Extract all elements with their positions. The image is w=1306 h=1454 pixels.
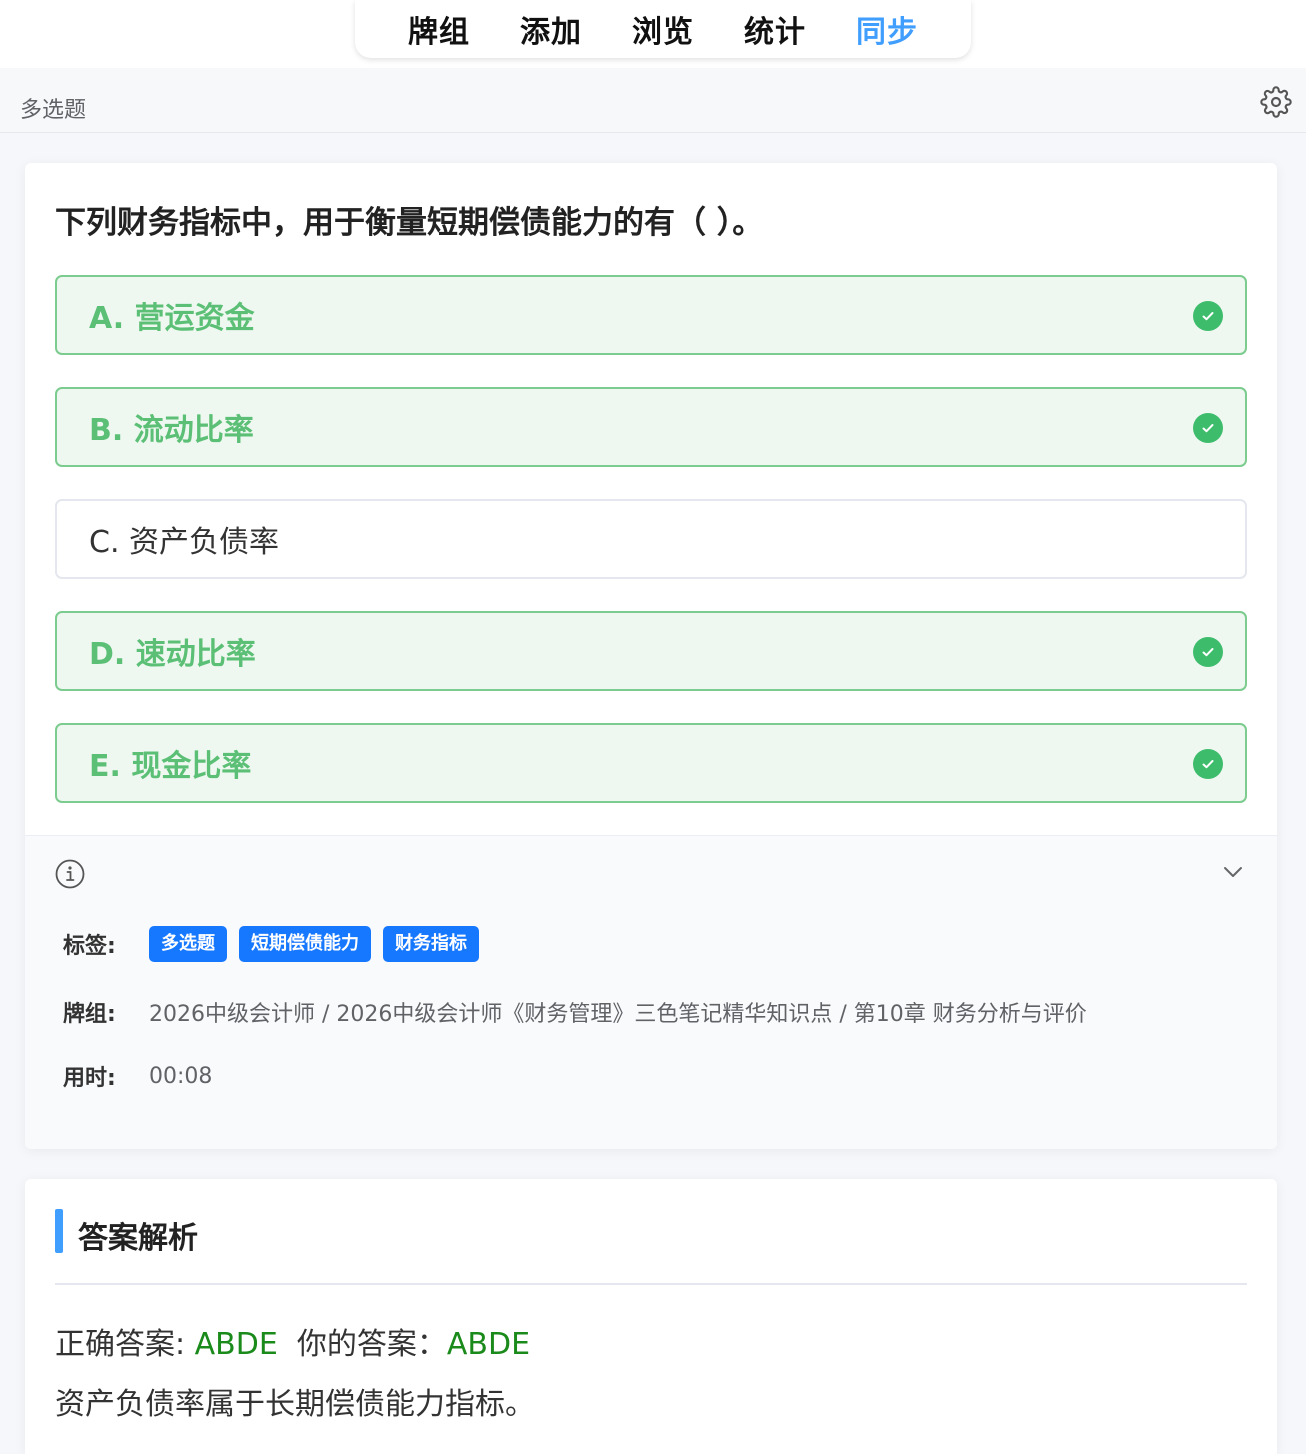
time-row: 用时: 00:08 xyxy=(63,1060,212,1092)
tag-badge[interactable]: 财务指标 xyxy=(383,926,479,962)
question-card: 下列财务指标中，用于衡量短期偿债能力的有（ ）。 A. 营运资金 B. 流动比率… xyxy=(25,163,1277,1149)
option-label: D. 速动比率 xyxy=(89,637,256,672)
top-bar: 牌组 添加 浏览 统计 同步 xyxy=(0,0,1306,68)
question-text: 下列财务指标中，用于衡量短期偿债能力的有（ ）。 xyxy=(55,205,764,241)
time-label: 用时: xyxy=(63,1066,116,1091)
answer-analysis-card: 答案解析 正确答案: ABDE 你的答案：ABDE 资产负债率属于长期偿债能力指… xyxy=(25,1179,1277,1454)
check-circle-icon xyxy=(1193,301,1223,331)
info-icon xyxy=(55,859,85,889)
tag-badge[interactable]: 短期偿债能力 xyxy=(239,926,371,962)
tags-label: 标签: xyxy=(63,934,116,959)
time-value: 00:08 xyxy=(149,1063,213,1089)
divider xyxy=(55,1283,1247,1285)
option-b[interactable]: B. 流动比率 xyxy=(55,387,1247,467)
top-navigation: 牌组 添加 浏览 统计 同步 xyxy=(355,0,971,58)
check-circle-icon xyxy=(1193,749,1223,779)
check-circle-icon xyxy=(1193,637,1223,667)
correct-answer-value: ABDE xyxy=(194,1327,278,1362)
your-answer-label: 你的答案： xyxy=(296,1327,447,1362)
option-c[interactable]: C. 资产负债率 xyxy=(55,499,1247,579)
chevron-down-icon[interactable] xyxy=(1219,858,1247,886)
deck-path: 2026中级会计师 / 2026中级会计师《财务管理》三色笔记精华知识点 / 第… xyxy=(149,1002,1087,1027)
analysis-title: 答案解析 xyxy=(78,1221,198,1256)
deck-row: 牌组: 2026中级会计师 / 2026中级会计师《财务管理》三色笔记精华知识点… xyxy=(63,996,1087,1028)
option-label: E. 现金比率 xyxy=(89,749,252,784)
gear-icon[interactable] xyxy=(1260,86,1292,118)
nav-tab-stats[interactable]: 统计 xyxy=(744,7,806,51)
option-label: A. 营运资金 xyxy=(89,301,255,336)
nav-tab-sync[interactable]: 同步 xyxy=(856,7,918,51)
answer-line: 正确答案: ABDE 你的答案：ABDE xyxy=(55,1319,530,1363)
sub-header: 多选题 xyxy=(0,68,1306,133)
option-label: B. 流动比率 xyxy=(89,413,254,448)
your-answer-value: ABDE xyxy=(446,1327,531,1362)
option-a[interactable]: A. 营运资金 xyxy=(55,275,1247,355)
deck-label: 牌组: xyxy=(63,1002,116,1027)
option-e[interactable]: E. 现金比率 xyxy=(55,723,1247,803)
check-circle-icon xyxy=(1193,413,1223,443)
nav-tab-add[interactable]: 添加 xyxy=(520,7,582,51)
card-meta-panel: 标签: 多选题 短期偿债能力 财务指标 牌组: 2026中级会计师 / 2026… xyxy=(25,835,1277,1149)
tags-row: 标签: 多选题 短期偿债能力 财务指标 xyxy=(63,926,491,962)
explanation-text: 资产负债率属于长期偿债能力指标。 xyxy=(55,1387,535,1422)
option-label: C. 资产负债率 xyxy=(89,525,280,560)
question-type-label: 多选题 xyxy=(20,98,87,123)
nav-tab-decks[interactable]: 牌组 xyxy=(408,7,470,51)
section-accent-bar xyxy=(55,1209,63,1253)
tag-badge[interactable]: 多选题 xyxy=(149,926,227,962)
option-d[interactable]: D. 速动比率 xyxy=(55,611,1247,691)
correct-answer-label: 正确答案: xyxy=(55,1327,195,1362)
nav-tab-browse[interactable]: 浏览 xyxy=(632,7,694,51)
